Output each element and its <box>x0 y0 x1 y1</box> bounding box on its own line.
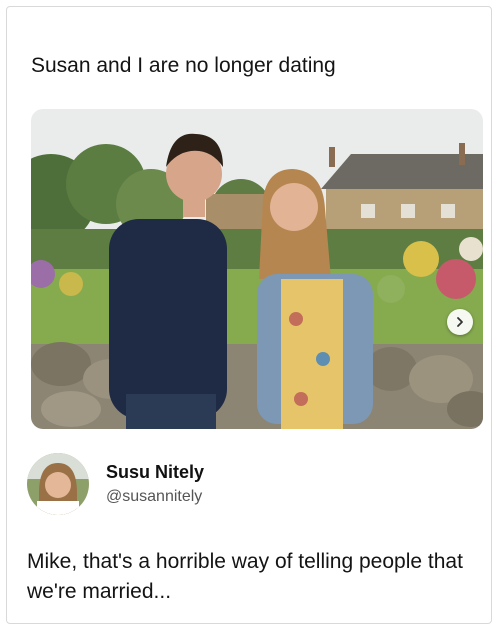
post-photo[interactable] <box>31 109 483 429</box>
display-name[interactable]: Susu Nitely <box>106 462 204 483</box>
chevron-right-icon <box>457 317 463 327</box>
avatar-image <box>27 453 89 515</box>
couple-photo-illustration <box>31 109 483 429</box>
post-text: Susan and I are no longer dating <box>31 54 336 77</box>
user-handle[interactable]: @susannitely <box>106 488 202 506</box>
next-image-button[interactable] <box>447 309 473 335</box>
reply-text: Mike, that's a horrible way of telling p… <box>27 550 463 603</box>
post-card: Susan and I are no longer dating Susu Ni… <box>6 6 492 624</box>
avatar[interactable] <box>27 453 89 515</box>
